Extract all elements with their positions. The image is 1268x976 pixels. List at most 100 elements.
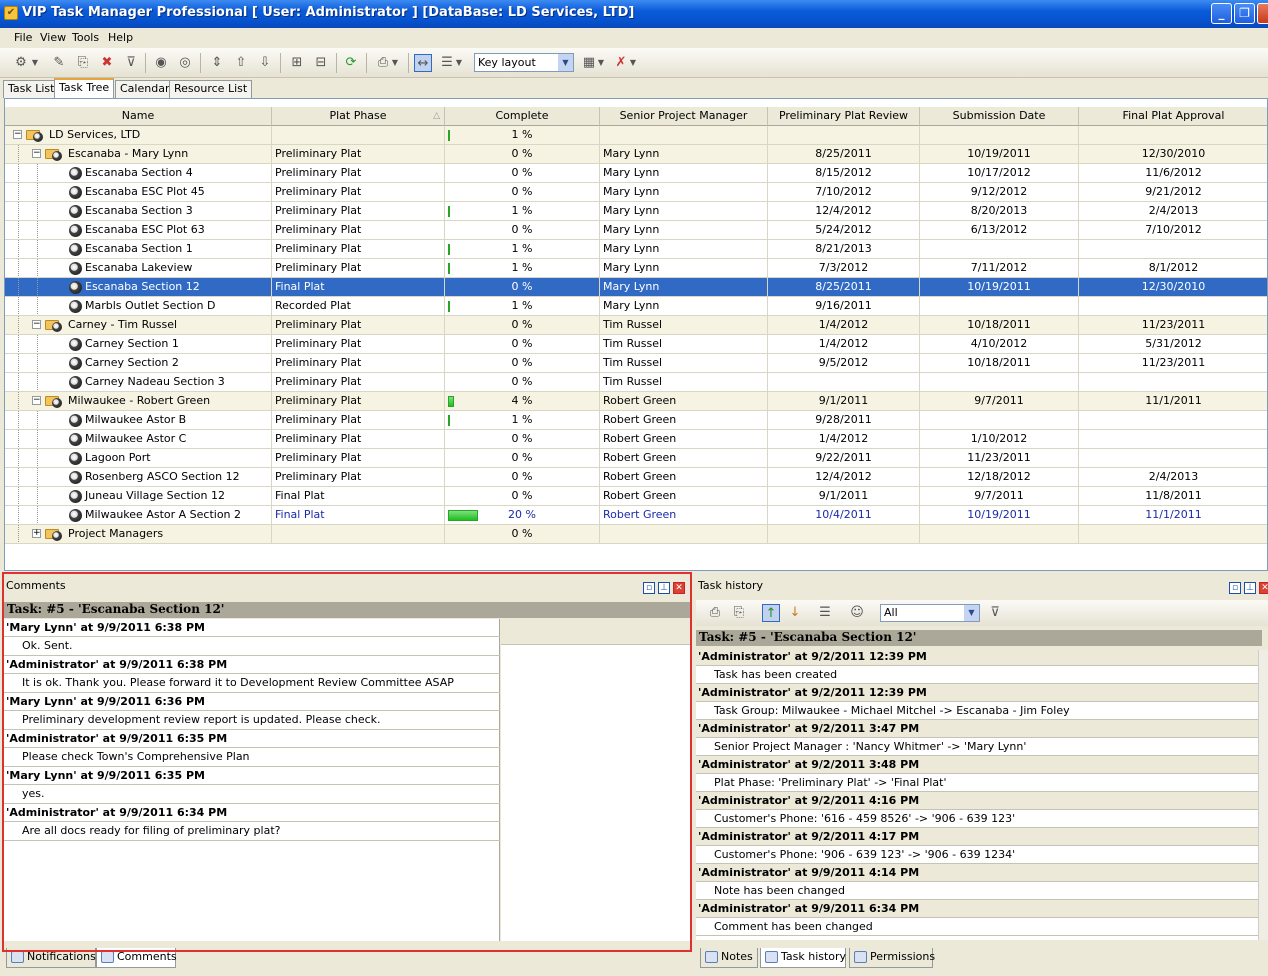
complete-cell[interactable]: 0 %	[445, 525, 600, 544]
submission-date-cell[interactable]: 10/19/2011	[920, 506, 1079, 525]
submission-date-cell[interactable]	[920, 373, 1079, 392]
name-cell[interactable]: Escanaba Section 12	[5, 278, 272, 297]
manager-cell[interactable]: Mary Lynn	[600, 183, 768, 202]
chevron-down-icon[interactable]: ▼	[558, 54, 573, 71]
complete-cell[interactable]: 0 %	[445, 487, 600, 506]
refresh-icon[interactable]: ⟳	[342, 54, 360, 72]
user-filter-icon[interactable]: ☺	[848, 604, 866, 622]
preliminary-review-cell[interactable]: 1/4/2012	[768, 316, 920, 335]
group-row[interactable]: − Escanaba - Mary Lynn Preliminary Plat 0 %…	[5, 145, 1267, 164]
manager-cell[interactable]: Mary Lynn	[600, 259, 768, 278]
final-approval-cell[interactable]: 11/1/2011	[1079, 506, 1267, 525]
name-cell[interactable]: Rosenberg ASCO Section 12	[5, 468, 272, 487]
tab-task-history[interactable]: Task history	[760, 948, 846, 968]
print-dropdown-icon[interactable]: ▼	[390, 54, 400, 72]
submission-date-cell[interactable]: 10/17/2012	[920, 164, 1079, 183]
manager-cell[interactable]: Tim Russel	[600, 316, 768, 335]
complete-cell[interactable]: 0 %	[445, 449, 600, 468]
manager-cell[interactable]: Mary Lynn	[600, 297, 768, 316]
submission-date-cell[interactable]	[920, 240, 1079, 259]
submission-date-cell[interactable]: 1/10/2012	[920, 430, 1079, 449]
close-panel-icon[interactable]: ✕	[1259, 582, 1268, 594]
complete-cell[interactable]: 0 %	[445, 278, 600, 297]
plat-phase-cell[interactable]: Preliminary Plat	[272, 468, 445, 487]
comment-body[interactable]: Preliminary development review report is…	[4, 711, 500, 730]
preliminary-review-cell[interactable]: 10/4/2011	[768, 506, 920, 525]
complete-cell[interactable]: 0 %	[445, 316, 600, 335]
close-panel-icon[interactable]: ✕	[673, 582, 685, 594]
manager-cell[interactable]: Robert Green	[600, 411, 768, 430]
tab-calendar[interactable]: Calendar	[115, 80, 175, 98]
history-user-filter-select[interactable]: All ▼	[880, 604, 980, 622]
submission-date-cell[interactable]: 12/18/2012	[920, 468, 1079, 487]
fit-width-icon[interactable]: ↔	[414, 54, 432, 72]
move-up-down-icon[interactable]: ⇕	[208, 54, 226, 72]
tab-permissions[interactable]: Permissions	[849, 948, 935, 968]
columns-dropdown-icon[interactable]: ▼	[454, 54, 464, 72]
pin-icon[interactable]: ⊥	[658, 582, 670, 594]
group-row[interactable]: + Project Managers 0 %	[5, 525, 1267, 544]
complete-cell[interactable]: 1 %	[445, 202, 600, 221]
task-row[interactable]: Escanaba Section 12 Final Plat 0 % Mary Lyn…	[5, 278, 1267, 297]
new-task-icon[interactable]: ⚙	[12, 54, 30, 72]
task-row[interactable]: Escanaba Section 3 Preliminary Plat 1 % Mar…	[5, 202, 1267, 221]
complete-cell[interactable]: 0 %	[445, 221, 600, 240]
history-entry-body[interactable]: Note has been changed	[696, 882, 1258, 900]
move-down-icon[interactable]: ⇩	[256, 54, 274, 72]
expand-icon[interactable]: +	[32, 529, 41, 538]
manager-cell[interactable]: Robert Green	[600, 392, 768, 411]
final-approval-cell[interactable]: 2/4/2013	[1079, 468, 1267, 487]
menu-tools[interactable]: Tools	[72, 31, 99, 44]
complete-cell[interactable]: 1 %	[445, 126, 600, 145]
submission-date-cell[interactable]: 8/20/2013	[920, 202, 1079, 221]
submission-date-cell[interactable]: 10/18/2011	[920, 354, 1079, 373]
name-cell[interactable]: Milwaukee Astor A Section 2	[5, 506, 272, 525]
task-row[interactable]: Escanaba ESC Plot 45 Preliminary Plat 0 % M…	[5, 183, 1267, 202]
submission-date-cell[interactable]: 11/23/2011	[920, 449, 1079, 468]
task-row[interactable]: Marbls Outlet Section D Recorded Plat 1 % M…	[5, 297, 1267, 316]
task-row[interactable]: Escanaba Lakeview Preliminary Plat 1 % Mary…	[5, 259, 1267, 278]
complete-cell[interactable]: 0 %	[445, 335, 600, 354]
plat-phase-cell[interactable]: Preliminary Plat	[272, 335, 445, 354]
comment-body[interactable]: Are all docs ready for filing of prelimi…	[4, 822, 500, 841]
final-approval-cell[interactable]: 11/6/2012	[1079, 164, 1267, 183]
final-approval-cell[interactable]: 7/10/2012	[1079, 221, 1267, 240]
preliminary-review-cell[interactable]: 1/4/2012	[768, 430, 920, 449]
manager-cell[interactable]	[600, 525, 768, 544]
submission-date-cell[interactable]: 4/10/2012	[920, 335, 1079, 354]
plat-phase-cell[interactable]: Preliminary Plat	[272, 316, 445, 335]
layout-save-dropdown-icon[interactable]: ▼	[596, 54, 606, 72]
plat-phase-cell[interactable]: Preliminary Plat	[272, 373, 445, 392]
name-cell[interactable]: Escanaba Lakeview	[5, 259, 272, 278]
manager-cell[interactable]: Mary Lynn	[600, 278, 768, 297]
preliminary-review-cell[interactable]: 9/28/2011	[768, 411, 920, 430]
submission-date-cell[interactable]: 9/7/2011	[920, 392, 1079, 411]
task-row[interactable]: Escanaba Section 1 Preliminary Plat 1 % Mar…	[5, 240, 1267, 259]
tab-task-tree[interactable]: Task Tree	[54, 78, 115, 98]
name-cell[interactable]: Escanaba ESC Plot 45	[5, 183, 272, 202]
submission-date-cell[interactable]	[920, 525, 1079, 544]
collapse-icon[interactable]: −	[13, 130, 22, 139]
name-cell[interactable]: − LD Services, LTD	[5, 126, 272, 145]
preliminary-review-cell[interactable]	[768, 126, 920, 145]
column-header-final-approval[interactable]: Final Plat Approval	[1079, 107, 1267, 126]
final-approval-cell[interactable]: 5/31/2012	[1079, 335, 1267, 354]
manager-cell[interactable]: Mary Lynn	[600, 221, 768, 240]
plat-phase-cell[interactable]: Final Plat	[272, 487, 445, 506]
final-approval-cell[interactable]	[1079, 240, 1267, 259]
manager-cell[interactable]: Robert Green	[600, 468, 768, 487]
name-cell[interactable]: Escanaba Section 1	[5, 240, 272, 259]
pin-icon[interactable]: ⊥	[1244, 582, 1256, 594]
menu-view[interactable]: View	[40, 31, 66, 44]
plat-phase-cell[interactable]: Final Plat	[272, 506, 445, 525]
submission-date-cell[interactable]: 9/12/2012	[920, 183, 1079, 202]
final-approval-cell[interactable]: 11/1/2011	[1079, 392, 1267, 411]
plat-phase-cell[interactable]: Recorded Plat	[272, 297, 445, 316]
printer-icon[interactable]: ⎙	[706, 604, 724, 622]
submission-date-cell[interactable]: 6/13/2012	[920, 221, 1079, 240]
task-row[interactable]: Carney Section 2 Preliminary Plat 0 % Tim R…	[5, 354, 1267, 373]
edit-task-icon[interactable]: ✎	[50, 54, 68, 72]
complete-cell[interactable]: 0 %	[445, 430, 600, 449]
submission-date-cell[interactable]: 9/7/2011	[920, 487, 1079, 506]
final-approval-cell[interactable]: 11/8/2011	[1079, 487, 1267, 506]
